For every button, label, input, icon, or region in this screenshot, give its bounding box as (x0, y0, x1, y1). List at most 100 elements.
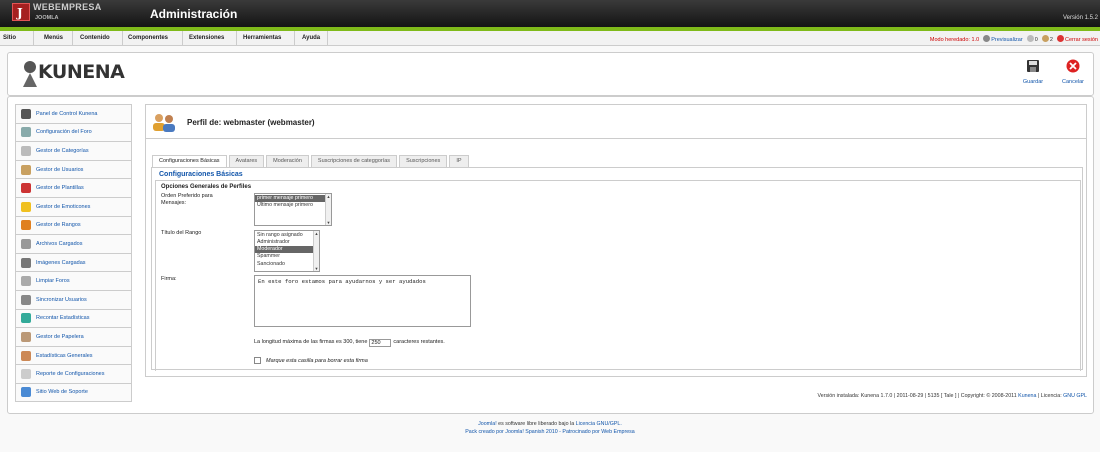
joomla-link[interactable]: Joomla! (478, 421, 497, 427)
legacy-mode-label: Modo heredado: 1.0 (929, 37, 980, 43)
sidebar-item[interactable]: Gestor de Categorías (15, 141, 132, 160)
menu-separator (236, 31, 237, 46)
categories-icon (21, 145, 31, 156)
sidebar-item[interactable]: Sitio Web de Soporte (15, 382, 132, 402)
sidebar-item-label: Gestor de Rangos (36, 222, 81, 229)
rank-select[interactable]: Sin rango asignado Administrador Moderador… (254, 230, 320, 272)
page-footer: Joomla! es software libre liberado bajo … (0, 421, 1100, 436)
sidebar-item-label: Imágenes Cargadas (36, 259, 86, 266)
rank-star-icon (21, 220, 31, 231)
tab[interactable]: Avatares (228, 155, 265, 167)
select-option[interactable]: Spammer (257, 253, 317, 260)
messages-icon (1026, 35, 1034, 42)
footer-text: es software libre liberado bajo la (498, 421, 575, 427)
order-select[interactable]: primer mensaje primero Último mensaje pri… (254, 193, 332, 226)
scroll-down-icon[interactable]: ▼ (314, 266, 319, 271)
tab[interactable]: Suscripciones (399, 155, 448, 167)
cancel-button-label: Cancelar (1061, 79, 1084, 85)
length-prefix: La longitud máxima de las firmas es 300,… (254, 339, 368, 345)
sidebar-item-label: Limpiar Foros (36, 278, 70, 285)
sidebar-item[interactable]: Imágenes Cargadas (15, 252, 132, 272)
sidebar-item[interactable]: Gestor de Rangos (15, 215, 132, 235)
tools-icon (21, 127, 31, 138)
menu-item-componentes[interactable]: Componentes (128, 35, 168, 41)
menu-item-menus[interactable]: Menús (44, 35, 63, 41)
users-icon (153, 114, 175, 132)
sidebar-item[interactable]: Gestor de Plantillas (15, 178, 132, 197)
kunena-logo-icon (23, 61, 37, 87)
smiley-icon (21, 201, 31, 212)
sidebar-item-label: Estadísticas Generales (36, 352, 93, 359)
sidebar-item[interactable]: Archivos Cargados (15, 234, 132, 253)
menu-separator (72, 31, 73, 46)
templates-icon (21, 183, 31, 194)
select-option[interactable]: Último mensaje primero (257, 202, 329, 209)
delete-signature-label: Marque esta casilla para borrar esta fir… (266, 358, 368, 364)
tab[interactable]: IP (449, 155, 469, 167)
select-option[interactable]: Administrador (257, 239, 317, 246)
tab[interactable]: Moderación (266, 155, 309, 167)
rank-label: Título del Rango (161, 230, 202, 236)
messages-count[interactable]: 0 (1035, 37, 1038, 43)
sidebar-item[interactable]: Gestor de Emoticones (15, 196, 132, 216)
menu-separator (122, 31, 123, 46)
profile-panel: Perfil de: webmaster (webmaster) Configu… (145, 104, 1087, 377)
sidebar-item[interactable]: Gestor de Papelera (15, 327, 132, 346)
scroll-up-icon[interactable]: ▲ (314, 231, 319, 236)
menu-item-extensiones[interactable]: Extensiones (189, 35, 224, 41)
users-count[interactable]: 2 (1050, 37, 1053, 43)
signature-label: Firma: (161, 276, 177, 282)
select-option[interactable]: Moderador (255, 246, 319, 254)
logout-link[interactable]: Cerrar sesión (1065, 37, 1098, 43)
sidebar-item-label: Gestor de Papelera (36, 333, 84, 340)
sidebar-item[interactable]: Panel de Control Kunena (15, 104, 132, 123)
license-text: | Licencia: (1037, 393, 1062, 399)
logout-icon (1056, 35, 1064, 42)
kunena-link[interactable]: Kunena (1018, 393, 1036, 399)
tab[interactable]: Configuraciones Básicas (152, 155, 227, 167)
signature-length-info: La longitud máxima de las firmas es 300,… (254, 339, 445, 347)
sidebar-item[interactable]: Estadísticas Generales (15, 345, 132, 365)
scroll-down-icon[interactable]: ▼ (326, 220, 331, 225)
footer-credits[interactable]: Pack creado por Joomla! Spanish 2010 - P… (0, 429, 1100, 437)
menu-item-contenido[interactable]: Contenido (80, 35, 110, 41)
sidebar-item[interactable]: Gestor de Usuarios (15, 159, 132, 179)
menu-item-sitio[interactable]: Sitio (3, 35, 16, 41)
joomla-logo-icon: J (12, 3, 30, 21)
order-label: Orden Preferido para Mensajes: (161, 193, 213, 207)
recount-icon (21, 313, 31, 324)
sidebar-item[interactable]: Reporte de Configuraciones (15, 364, 132, 383)
license-link[interactable]: Licencia GNU/GPL. (576, 421, 622, 427)
sidebar-item-label: Sitio Web de Soporte (36, 389, 88, 396)
preview-icon (983, 35, 991, 42)
remaining-chars-field[interactable]: 250 (369, 339, 392, 347)
page-title: Administración (150, 7, 238, 21)
save-button[interactable]: Guardar (1016, 59, 1050, 91)
sidebar-item-label: Configuración del Foro (36, 129, 92, 136)
sidebar-item[interactable]: Configuración del Foro (15, 122, 132, 142)
sidebar-item[interactable]: Sincronizar Usuarios (15, 289, 132, 309)
rank-select-scrollbar[interactable]: ▲ ▼ (313, 231, 319, 271)
scroll-up-icon[interactable]: ▲ (326, 194, 331, 199)
menu-item-ayuda[interactable]: Ayuda (302, 35, 320, 41)
gnu-gpl-link[interactable]: GNU GPL (1063, 393, 1087, 399)
content-area: Panel de Control Kunena Configuración del… (7, 96, 1094, 414)
preview-link[interactable]: Previsualizar (991, 37, 1022, 43)
main-menu: Sitio Menús Contenido Componentes Extens… (0, 31, 1100, 46)
delete-signature-checkbox[interactable] (254, 357, 261, 364)
select-option[interactable]: Sin rango asignado (257, 232, 317, 239)
users-online-icon (1041, 35, 1049, 42)
menu-separator (327, 31, 328, 46)
menu-separator (294, 31, 295, 46)
sidebar-item[interactable]: Limpiar Foros (15, 271, 132, 290)
sidebar-item[interactable]: Recontar Estadísticas (15, 308, 132, 328)
signature-textarea[interactable]: En este foro estamos para ayudarnos y se… (254, 275, 471, 327)
general-options-fieldset: Opciones Generales de Perfiles Orden Pre… (155, 180, 1081, 371)
select-option[interactable]: Sancionado (257, 261, 317, 268)
order-select-scrollbar[interactable]: ▲ ▼ (325, 194, 331, 225)
tab[interactable]: Suscripciones de categgorías (310, 155, 398, 167)
menu-item-herramientas[interactable]: Herramientas (243, 35, 281, 41)
header-bar: J WEBEMPRESA JOOMLA Administración Versi… (0, 0, 1100, 27)
sidebar-item-label: Reporte de Configuraciones (36, 371, 105, 378)
cancel-button[interactable]: Cancelar (1056, 59, 1090, 91)
